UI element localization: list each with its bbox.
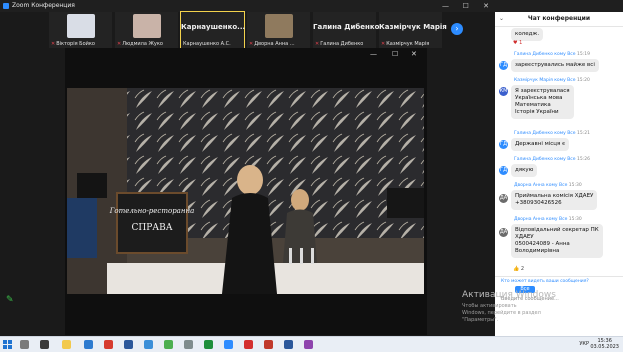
participant-thumbnail [265,14,293,38]
minimize-button[interactable]: — [437,0,455,12]
participant-thumbnail [133,14,161,38]
message-meta: Дворна Анна кому Все 15:30 [514,217,582,222]
participant-name: Галина Дибенко [320,41,364,47]
screen-share-icon[interactable]: ✎ [6,295,16,305]
muted-mic-icon: ✕ [51,41,56,47]
message-text: дякую [511,164,538,177]
message-text: Відповідальний секретар ПК ХДАЕУ 0500424… [511,224,603,258]
app-icon[interactable] [144,340,153,349]
file-explorer-icon[interactable] [62,340,71,349]
task-view-icon[interactable] [40,340,49,349]
video-frame: Готельно-ресторанна СПРАВА [67,88,424,294]
chevron-down-icon[interactable]: ⌄ [499,12,504,26]
muted-mic-icon: ✕ [381,41,386,47]
window-controls: — ☐ ✕ [437,0,495,12]
next-page-arrow-icon[interactable]: › [451,23,463,35]
muted-mic-icon: ✕ [117,41,122,47]
participant-strip: ✕Вікторія Бойко ✕Людмила Жуко Карнаушенк… [0,11,495,49]
chat-message: Галина Дибенко кому Все 15:21 ГД Державн… [495,131,623,155]
message-meta: Казмірчук Марія кому Все 15:20 [514,78,590,83]
app-icon[interactable] [184,340,193,349]
participant-name: Казмірчук Марія [386,41,430,47]
acrobat-icon[interactable] [244,340,253,349]
app-icon[interactable] [264,340,273,349]
chat-message: Казмірчук Марія кому Все 15:20 КМ Я заре… [495,78,623,134]
taskbar: УКР 15:36 03.05.2023 [0,336,623,352]
who-can-see-link[interactable]: Кто может видеть ваши сообщения? [501,279,589,284]
edge-icon[interactable] [84,340,93,349]
opera-icon[interactable] [104,340,113,349]
message-text: зареєструвались майже всі [511,59,599,72]
participant-tile[interactable]: Казмірчук Марія ✕Казмірчук Марія [379,12,447,48]
close-button[interactable]: ✕ [477,0,495,12]
chat-message: Дворна Анна кому Все 15:30 ДА Приймальна… [495,183,623,215]
chat-message: Дворна Анна кому Все 15:30 ДА Відповідал… [495,217,623,277]
presentation-scene: Готельно-ресторанна СПРАВА [67,88,424,294]
message-meta: Галина Дибенко кому Все 15:19 [514,52,590,57]
participant-thumbnail [67,14,95,38]
chalkboard-line1: Готельно-ресторанна [109,207,195,215]
video-maximize-button[interactable]: ☐ [392,50,398,58]
chrome-icon[interactable] [164,340,173,349]
avatar: ГД [499,166,508,175]
avatar: ДА [499,194,508,203]
participant-name: Людмила Жуко [122,41,163,47]
message-text: Державні місця є [511,138,570,151]
thumbs-up-reaction[interactable]: 👍 2 [513,266,524,272]
participant-big-name: Казмірчук Марія [379,23,447,31]
word-icon[interactable] [124,340,133,349]
word-icon[interactable] [284,340,293,349]
participant-tile[interactable]: ✕Дворна Анна ... [247,12,310,48]
activation-title: Активация Windows [462,290,556,300]
participant-tile[interactable]: ✕Вікторія Бойко [49,12,112,48]
muted-mic-icon: ✕ [249,41,254,47]
message-text: Приймальна комісія ХДАЕУ +380930426526 [511,190,598,210]
participant-big-name: Карнаушенко... [181,23,246,31]
avatar: ГД [499,61,508,70]
muted-mic-icon: ✕ [315,41,320,47]
message-text: Я зареєструвалася Українська мова Матема… [511,85,574,119]
participant-tile[interactable]: ✕Людмила Жуко [115,12,178,48]
app-icon[interactable] [304,340,313,349]
chalkboard-line2: СПРАВА [131,223,172,233]
language-indicator[interactable]: УКР [579,341,589,347]
avatar: ГД [499,140,508,149]
title-bar: Zoom Конференция — ☐ ✕ [0,0,623,12]
participant-tile[interactable]: Галина Дибенко ✕Галина Дибенко [313,12,380,48]
participant-big-name: Галина Дибенко [313,23,380,31]
participant-name: Дворна Анна ... [254,41,295,47]
message-meta: Галина Дибенко кому Все 15:21 [514,131,590,136]
chat-message: Галина Дибенко кому Все 15:26 ГД дякую [495,157,623,181]
clock[interactable]: 15:36 03.05.2023 [590,338,619,350]
heart-reaction[interactable]: ♥ 1 [513,40,522,46]
search-icon[interactable] [20,340,29,349]
video-close-button[interactable]: ✕ [411,50,417,58]
windows-start-icon[interactable] [3,340,12,349]
participant-tile-active[interactable]: Карнаушенко... Карнаушенко А.С. [180,11,246,49]
window-title: Zoom Конференция [12,2,75,9]
video-window-bar: — ☐ ✕ [65,48,427,62]
message-meta: Дворна Анна кому Все 15:30 [514,183,582,188]
maximize-button[interactable]: ☐ [457,0,475,12]
zoom-app-icon [3,3,9,9]
video-minimize-button[interactable]: — [370,50,377,58]
avatar: ДА [499,228,508,237]
participant-name: Вікторія Бойко [56,41,95,47]
chat-message: коледж. ♥ 1 [495,28,623,48]
chrome-icon[interactable] [204,340,213,349]
message-meta: Галина Дибенко кому Все 15:26 [514,157,590,162]
chat-title: Чат конференции [527,15,591,22]
chat-panel: ⌄ Чат конференции коледж. ♥ 1 Галина Диб… [495,12,623,336]
chat-message: Галина Дибенко кому Все 15:19 ГД зареєст… [495,52,623,78]
participant-name: Карнаушенко А.С. [183,41,231,47]
zoom-taskbar-icon[interactable] [224,340,233,349]
avatar: КМ [499,87,508,96]
activation-subtitle: Чтобы активировать Windows, перейдите в … [462,303,541,323]
